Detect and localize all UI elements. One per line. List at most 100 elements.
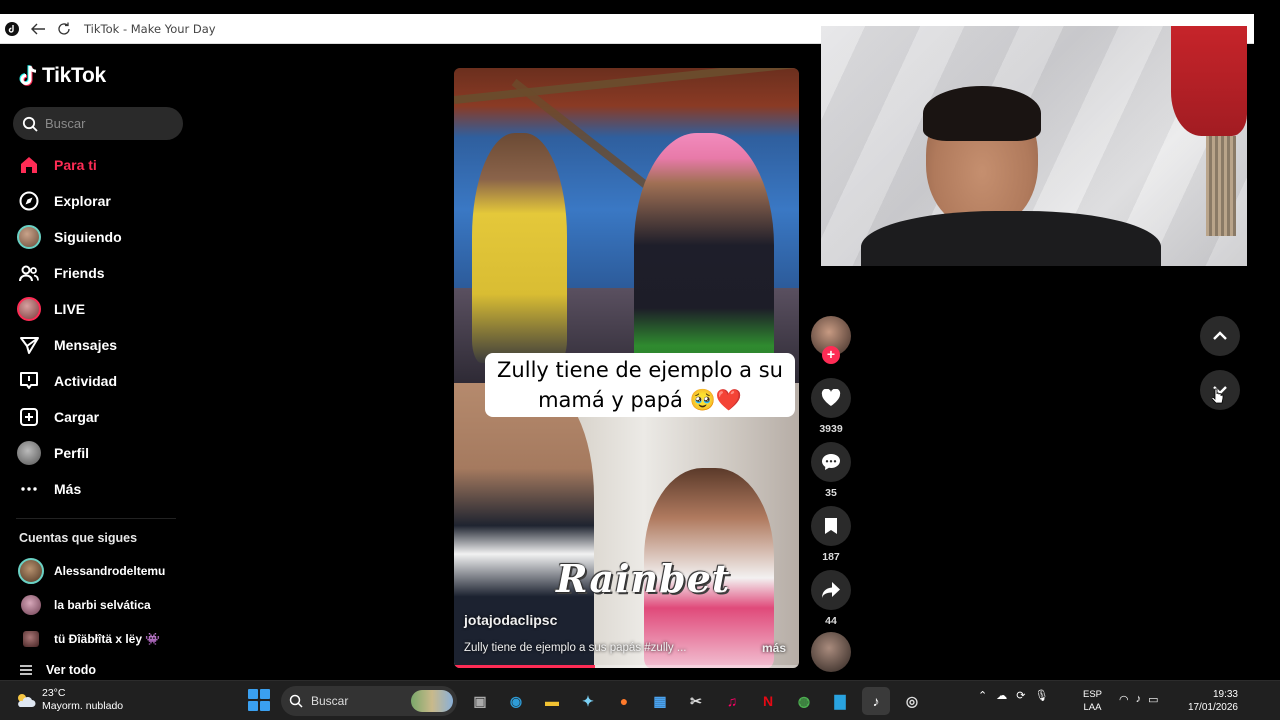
compass-icon xyxy=(16,188,42,214)
chevron-up-icon xyxy=(1213,331,1227,340)
friends-icon xyxy=(16,260,42,286)
nav-label: Actividad xyxy=(54,373,118,389)
chevron-up-icon[interactable]: ⌃ xyxy=(978,689,987,702)
netflix-icon[interactable]: N xyxy=(754,687,782,715)
nav-item-mas[interactable]: Más xyxy=(16,471,196,507)
copilot-icon[interactable]: ✦ xyxy=(574,687,602,715)
following-account[interactable]: la barbi selvática xyxy=(18,588,198,622)
edge-icon[interactable]: ◉ xyxy=(502,687,530,715)
see-all-label: Ver todo xyxy=(46,663,97,677)
upload-icon xyxy=(16,404,42,430)
following-title: Cuentas que sigues xyxy=(19,531,138,545)
fringe-decoration xyxy=(1206,136,1236,236)
taskbar-search[interactable]: Buscar xyxy=(281,686,457,716)
chrome-icon[interactable]: ◍ xyxy=(790,687,818,715)
nav-item-actividad[interactable]: Actividad xyxy=(16,363,196,399)
person-hair xyxy=(923,86,1041,141)
weather-widget[interactable]: 23°C Mayorm. nublado xyxy=(14,687,123,713)
following-account[interactable]: Alessandrodeltemu xyxy=(18,554,198,588)
nav-item-perfil[interactable]: Perfil xyxy=(16,435,196,471)
tiktok-note-icon xyxy=(19,65,37,86)
home-icon xyxy=(16,152,42,178)
caption-line: mamá y papá 🥹❤️ xyxy=(538,388,742,412)
list-icon xyxy=(20,665,32,675)
music-disc-avatar[interactable] xyxy=(811,632,851,672)
cloud-sun-icon xyxy=(18,694,36,707)
previous-video-button[interactable] xyxy=(1200,316,1240,356)
nav-label: Para ti xyxy=(54,157,97,173)
nav-label: Mensajes xyxy=(54,337,118,353)
system-status-icons[interactable]: ◠ ♪ ▭ xyxy=(1119,693,1159,706)
nav-item-explorar[interactable]: Explorar xyxy=(16,183,196,219)
mouse-cursor-icon xyxy=(1212,388,1224,404)
search-icon xyxy=(22,116,38,132)
caption-line: Zully tiene de ejemplo a su xyxy=(497,358,783,382)
snipping-tool-icon[interactable]: ✂ xyxy=(682,687,710,715)
screen-right-edge xyxy=(1254,14,1280,720)
microphone-icon[interactable]: 🎙 xyxy=(1034,689,1048,702)
store-icon[interactable]: ▦ xyxy=(646,687,674,715)
following-account[interactable]: tü Ðîäbłîtä x lëy 👾 xyxy=(18,622,198,656)
video-author-username[interactable]: jotajodaclipsc xyxy=(464,612,557,628)
tiktok-app-icon xyxy=(4,21,20,37)
nav-item-cargar[interactable]: Cargar xyxy=(16,399,196,435)
search-input[interactable]: Buscar xyxy=(13,107,183,140)
person-left xyxy=(472,133,567,363)
window-title: TikTok - Make Your Day xyxy=(84,21,216,36)
volume-icon: ♪ xyxy=(1135,693,1142,705)
like-button[interactable] xyxy=(811,378,851,418)
nav-item-friends[interactable]: Friends xyxy=(16,255,196,291)
account-avatar xyxy=(21,595,41,615)
task-view-icon[interactable]: ▣ xyxy=(466,687,494,715)
video-progress-bar[interactable] xyxy=(454,665,799,668)
follow-plus-icon[interactable]: + xyxy=(822,346,840,364)
profile-avatar xyxy=(17,441,41,465)
person-right xyxy=(634,133,774,383)
app-window-icon[interactable]: ▇ xyxy=(826,687,854,715)
nav-item-siguiendo[interactable]: Siguiendo xyxy=(16,219,196,255)
input-language[interactable]: ESP LAA xyxy=(1083,688,1102,714)
firefox-icon[interactable]: ● xyxy=(610,687,638,715)
sidebar: TikTok Buscar Para ti Explorar Siguiendo… xyxy=(0,44,200,680)
send-icon xyxy=(16,332,42,358)
nav-label: Cargar xyxy=(54,409,100,425)
nav-label: Más xyxy=(54,481,82,497)
video-player[interactable]: Zully tiene de ejemplo a su mamá y papá … xyxy=(454,68,799,668)
screen-top-edge xyxy=(0,0,1280,14)
save-button[interactable] xyxy=(811,506,851,546)
save-count: 187 xyxy=(822,551,840,563)
sidebar-divider xyxy=(16,518,176,519)
system-tray: ⌃ ☁ ⟳ 🎙 xyxy=(978,689,1048,702)
nav-label: Perfil xyxy=(54,445,90,461)
lang-layout: LAA xyxy=(1083,702,1102,713)
taskbar-apps: ▣ ◉ ▬ ✦ ● ▦ ✂ ♫ N ◍ ▇ ♪ ◎ xyxy=(466,687,926,715)
bookmark-icon xyxy=(825,518,837,534)
taskbar-clock[interactable]: 19:33 17/01/2026 xyxy=(1180,688,1238,714)
webcam-overlay xyxy=(821,26,1247,266)
tiktok-logo[interactable]: TikTok xyxy=(18,64,106,88)
author-avatar[interactable]: + xyxy=(811,316,851,364)
video-caption-overlay: Zully tiene de ejemplo a su mamá y papá … xyxy=(485,353,795,417)
nav-item-live[interactable]: LIVE xyxy=(16,291,196,327)
video-description: Zully tiene de ejemplo a sus papás #zull… xyxy=(464,642,687,654)
nav-label: LIVE xyxy=(54,301,86,317)
share-button[interactable] xyxy=(811,570,851,610)
nav-item-mensajes[interactable]: Mensajes xyxy=(16,327,196,363)
back-arrow-icon[interactable] xyxy=(30,21,46,37)
more-button[interactable]: más xyxy=(762,641,786,655)
nav-label: Siguiendo xyxy=(54,229,122,245)
nav-item-para-ti[interactable]: Para ti xyxy=(16,147,196,183)
search-highlight-image xyxy=(411,690,453,712)
comment-button[interactable] xyxy=(811,442,851,482)
account-name: tü Ðîäbłîtä x lëy 👾 xyxy=(54,632,161,646)
onedrive-icon[interactable]: ☁ xyxy=(996,689,1007,702)
comment-icon xyxy=(822,454,840,470)
file-explorer-icon[interactable]: ▬ xyxy=(538,687,566,715)
itunes-icon[interactable]: ♫ xyxy=(718,687,746,715)
sync-icon[interactable]: ⟳ xyxy=(1016,689,1025,702)
tiktok-taskbar-icon[interactable]: ♪ xyxy=(862,687,890,715)
lang-code: ESP xyxy=(1083,689,1103,700)
obs-icon[interactable]: ◎ xyxy=(898,687,926,715)
windows-start-button[interactable] xyxy=(248,689,270,711)
refresh-icon[interactable] xyxy=(56,21,72,37)
